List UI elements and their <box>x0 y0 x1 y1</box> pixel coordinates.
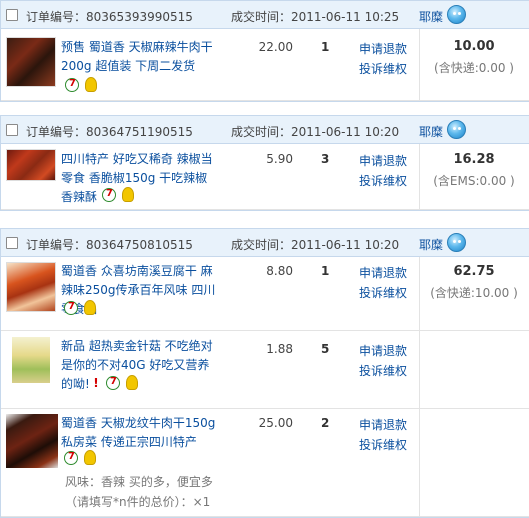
product-title[interactable]: 蜀道香 天椒龙纹牛肉干150g 私房菜 传递正宗四川特产 <box>61 414 219 452</box>
quantity: 1 <box>321 40 330 54</box>
wangwang-icon[interactable] <box>447 5 466 24</box>
refund-link[interactable]: 申请退款 <box>359 264 407 281</box>
quantity: 5 <box>321 342 330 356</box>
order-select-checkbox[interactable] <box>6 124 18 136</box>
order-number: 订单编号：80365393990515 <box>26 10 193 24</box>
service-badges <box>102 187 134 202</box>
bulb-icon[interactable] <box>122 187 134 202</box>
service-badges <box>65 77 97 92</box>
unit-price: 5.90 <box>266 152 293 166</box>
seller-name[interactable]: 耶糜 <box>419 8 443 25</box>
order-total: 16.28 <box>453 152 495 167</box>
order-number: 订单编号：80364751190515 <box>26 125 193 139</box>
shipping-fee: (含快递:10.00 ) <box>430 286 518 300</box>
complaint-link[interactable]: 投诉维权 <box>359 436 407 453</box>
complaint-link[interactable]: 投诉维权 <box>359 284 407 301</box>
complaint-link[interactable]: 投诉维权 <box>359 172 407 189</box>
seller-name[interactable]: 耶糜 <box>419 236 443 253</box>
order-items: 预售 蜀道香 天椒麻辣牛肉干200g 超值装 下周二发货 22.00 1 申请退… <box>1 29 529 101</box>
service-badges <box>64 300 96 315</box>
shipping-fee: (含EMS:0.00 ) <box>433 174 515 188</box>
quantity: 1 <box>321 264 330 278</box>
bulb-icon[interactable] <box>85 77 97 92</box>
order-card: 订单编号：80364750810515 成交时间：2011-06-11 10:2… <box>0 228 529 518</box>
quantity: 3 <box>321 152 330 166</box>
shipping-fee: (含快递:0.00 ) <box>434 61 514 75</box>
complaint-link[interactable]: 投诉维权 <box>359 362 407 379</box>
product-thumbnail[interactable] <box>12 337 50 383</box>
unit-price: 1.88 <box>266 342 293 356</box>
service-badges: ! <box>92 375 138 390</box>
seven-day-return-icon[interactable] <box>106 375 120 390</box>
order-select-checkbox[interactable] <box>6 9 18 21</box>
order-number: 订单编号：80364750810515 <box>26 238 193 252</box>
order-card: 订单编号：80364751190515 成交时间：2011-06-11 10:2… <box>0 115 529 211</box>
refund-link[interactable]: 申请退款 <box>359 342 407 359</box>
seller-name[interactable]: 耶糜 <box>419 123 443 140</box>
product-thumbnail[interactable] <box>6 37 56 87</box>
order-items: 蜀道香 众喜坊南溪豆腐干 麻辣味250g传承百年风味 四川零食品 8.80 1 … <box>1 257 529 517</box>
deal-time: 成交时间：2011-06-11 10:20 <box>231 238 400 252</box>
product-title[interactable]: 新品 超热卖金针菇 不吃绝对是你的不对40G 好吃又营养的呦! <box>61 337 219 394</box>
seven-day-return-icon[interactable] <box>64 300 78 315</box>
order-card: 订单编号：80365393990515 成交时间：2011-06-11 10:2… <box>0 0 529 102</box>
product-thumbnail[interactable] <box>6 262 56 312</box>
wangwang-icon[interactable] <box>447 233 466 252</box>
unit-price: 22.00 <box>258 40 293 54</box>
seven-day-return-icon[interactable] <box>64 450 78 465</box>
order-header: 订单编号：80364750810515 成交时间：2011-06-11 10:2… <box>1 229 529 257</box>
product-title[interactable]: 四川特产 好吃又稀奇 辣椒当零食 香脆椒150g 干吃辣椒 香辣酥 <box>61 150 219 207</box>
unit-price: 8.80 <box>266 264 293 278</box>
product-thumbnail[interactable] <box>6 149 56 181</box>
order-total: 10.00 <box>453 39 495 54</box>
order-header: 订单编号：80365393990515 成交时间：2011-06-11 10:2… <box>1 1 529 29</box>
product-title[interactable]: 预售 蜀道香 天椒麻辣牛肉干200g 超值装 下周二发货 <box>61 38 219 76</box>
unit-price: 25.00 <box>258 416 293 430</box>
wangwang-icon[interactable] <box>447 120 466 139</box>
order-header: 订单编号：80364751190515 成交时间：2011-06-11 10:2… <box>1 116 529 144</box>
order-select-checkbox[interactable] <box>6 237 18 249</box>
refund-link[interactable]: 申请退款 <box>359 152 407 169</box>
deal-time: 成交时间：2011-06-11 10:20 <box>231 125 400 139</box>
refund-link[interactable]: 申请退款 <box>359 416 407 433</box>
product-thumbnail[interactable] <box>6 414 58 468</box>
service-badges <box>64 450 96 465</box>
complaint-link[interactable]: 投诉维权 <box>359 60 407 77</box>
bulb-icon[interactable] <box>126 375 138 390</box>
refund-link[interactable]: 申请退款 <box>359 40 407 57</box>
bulb-icon[interactable] <box>84 300 96 315</box>
product-attribute: 风味：香辣 买的多，便宜多 <box>65 475 213 489</box>
quantity: 2 <box>321 416 330 430</box>
order-items: 四川特产 好吃又稀奇 辣椒当零食 香脆椒150g 干吃辣椒 香辣酥 5.90 3… <box>1 144 529 210</box>
seven-day-return-icon[interactable] <box>102 187 116 202</box>
exclamation-icon[interactable]: ! <box>92 376 100 390</box>
seven-day-return-icon[interactable] <box>65 77 79 92</box>
deal-time: 成交时间：2011-06-11 10:25 <box>231 10 400 24</box>
list-item: 新品 超热卖金针菇 不吃绝对是你的不对40G 好吃又营养的呦! 1.88 5 申… <box>1 331 529 409</box>
product-attribute: （请填写*n件的总价）：×1 <box>65 495 211 509</box>
bulb-icon[interactable] <box>84 450 96 465</box>
order-total: 62.75 <box>453 264 495 279</box>
